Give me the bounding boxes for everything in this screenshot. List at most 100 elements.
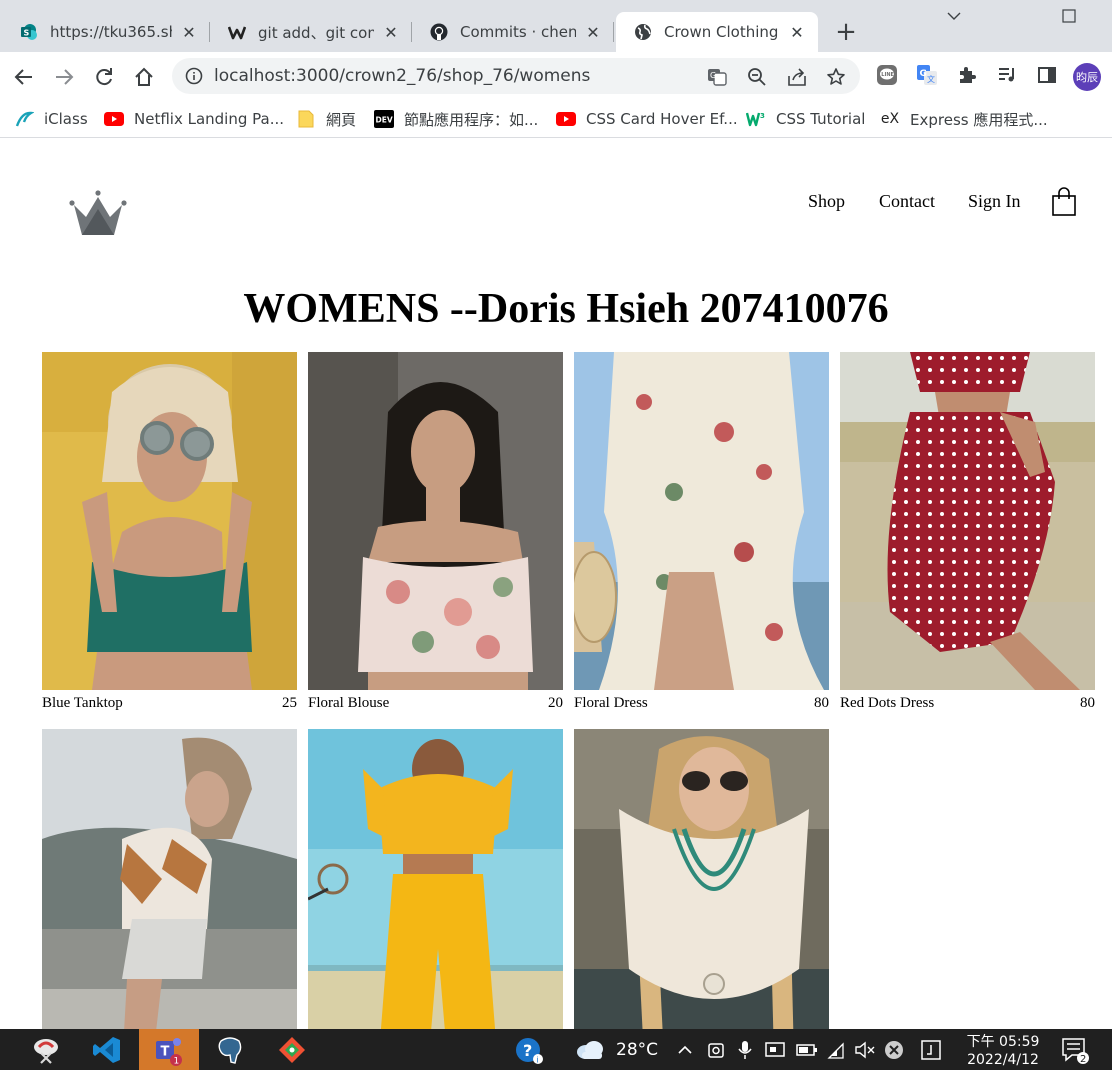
browser-tab-git[interactable]: git add、git comr ✕ [210,12,412,52]
svg-text:DEV: DEV [376,116,393,125]
snipping-tool-icon[interactable] [16,1029,76,1070]
bookmark-label: Express 應用程式... [910,110,1048,129]
nav-shop-link[interactable]: Shop [808,191,845,212]
cloud-icon [576,1040,604,1060]
bookmark-label: Netflix Landing Pa... [134,110,284,128]
browser-tab-crown-clothing[interactable]: Crown Clothing ✕ [616,12,818,52]
vscode-icon[interactable] [77,1029,137,1070]
svg-text:i: i [537,1055,539,1064]
bookmark-netflix[interactable]: Netflix Landing Pa... [104,108,284,130]
youtube-icon [556,110,576,128]
help-icon[interactable]: ? i [514,1029,544,1070]
show-hidden-icons-chevron-icon[interactable] [676,1029,694,1070]
home-icon [135,67,153,86]
product-image[interactable] [574,729,829,1029]
product-card-5[interactable] [42,729,297,1029]
product-image[interactable] [42,352,297,690]
tab-title: git add、git comr [258,23,374,42]
notifications-icon[interactable]: 2 [1060,1029,1090,1070]
media-control-icon[interactable] [996,64,1018,86]
back-button[interactable] [11,64,37,90]
nav-sign-in-link[interactable]: Sign In [968,191,1021,212]
product-card-7[interactable] [574,729,829,1029]
input-method-icon[interactable] [920,1029,942,1070]
globe-icon [634,23,652,41]
bookmark-label: 網頁 [326,110,357,129]
forward-button[interactable] [51,64,77,90]
google-translate-extension-icon[interactable]: G文 [916,64,938,86]
teams-icon[interactable]: T1 [139,1029,199,1070]
svg-text:G: G [920,69,927,79]
weather-temperature: 28°C [616,1039,659,1060]
bookmark-folder[interactable]: 網頁 [296,108,356,130]
microphone-icon[interactable] [736,1029,754,1070]
bookmark-label: CSS Card Hover Ef... [586,110,738,128]
git-gui-icon[interactable] [262,1029,322,1070]
close-tab-icon[interactable]: ✕ [584,23,602,42]
maximize-window-icon[interactable] [1062,8,1076,27]
crown-logo-icon[interactable] [68,189,128,242]
back-arrow-icon [14,69,32,85]
battery-icon[interactable] [796,1029,818,1070]
product-card-floral-dress[interactable]: Floral Dress 80 [574,352,829,716]
url-text[interactable]: localhost:3000/crown2_76/shop_76/womens [214,66,590,86]
close-tab-icon[interactable]: ✕ [788,23,806,42]
product-card-floral-blouse[interactable]: Floral Blouse 20 [308,352,563,716]
shopping-bag-icon[interactable] [1051,187,1077,222]
product-card-blue-tanktop[interactable]: Blue Tanktop 25 [42,352,297,716]
bookmark-css-tutorial[interactable]: 3 CSS Tutorial [746,108,865,130]
product-card-red-dots-dress[interactable]: Red Dots Dress 80 [840,352,1095,716]
new-tab-button[interactable]: + [834,19,858,45]
extensions-puzzle-icon[interactable] [956,64,978,86]
bookmark-iclass[interactable]: iClass [14,108,88,130]
bookmark-express[interactable]: eX Express 應用程式... [880,108,1048,130]
clock-date: 2022/4/12 [967,1052,1039,1068]
volume-muted-icon[interactable] [854,1029,876,1070]
status-close-icon[interactable] [884,1029,904,1070]
camera-icon[interactable] [706,1029,726,1070]
product-price: 20 [548,695,563,711]
side-panel-icon[interactable] [1036,64,1058,86]
product-footer: Floral Blouse 20 [308,690,563,716]
product-image[interactable] [308,729,563,1029]
postgresql-icon[interactable] [200,1029,260,1070]
product-image[interactable] [308,352,563,690]
zoom-icon[interactable] [746,66,768,88]
reload-button[interactable] [91,64,117,90]
reload-icon [96,68,112,86]
bookmark-star-icon[interactable] [825,66,847,88]
wifi-icon[interactable] [826,1029,846,1070]
close-tab-icon[interactable]: ✕ [382,23,400,42]
display-icon[interactable] [764,1029,786,1070]
product-image[interactable] [574,352,829,690]
tab-search-chevron-icon[interactable] [946,8,962,28]
product-footer: Red Dots Dress 80 [840,690,1095,716]
nav-contact-link[interactable]: Contact [879,191,935,212]
browser-tab-github[interactable]: Commits · chen94 ✕ [412,12,614,52]
product-image[interactable] [840,352,1095,690]
product-image[interactable] [42,729,297,1029]
home-button[interactable] [131,64,157,90]
tab-title: Crown Clothing [664,23,779,41]
bookmark-css-card[interactable]: CSS Card Hover Ef... [556,108,738,130]
product-card-6[interactable] [308,729,563,1029]
profile-avatar[interactable]: 昀辰 [1073,63,1101,91]
product-name: Floral Blouse [308,695,390,711]
site-info-icon[interactable] [185,67,203,89]
w3schools-icon: 3 [746,110,766,128]
bookmark-dev[interactable]: DEV 節點應用程序：如... [374,108,538,130]
page-title: WOMENS --Doris Hsieh 207410076 [243,286,889,332]
system-clock[interactable]: 下午 05:59 2022/4/12 [958,1033,1048,1069]
translate-icon[interactable]: G [706,66,728,88]
browser-tab-sharepoint[interactable]: S https://tku365.sh ✕ [2,12,210,52]
github-icon [430,23,448,41]
share-icon[interactable] [786,66,808,88]
close-tab-icon[interactable]: ✕ [180,23,198,42]
weather-widget[interactable]: 28°C [576,1029,658,1070]
line-extension-icon[interactable]: LINE [876,64,898,86]
youtube-icon [104,110,124,128]
product-price: 80 [814,695,829,711]
tab-title: https://tku365.sh [50,23,172,41]
svg-text:S: S [24,29,30,38]
address-bar[interactable]: localhost:3000/crown2_76/shop_76/womens … [172,58,860,94]
